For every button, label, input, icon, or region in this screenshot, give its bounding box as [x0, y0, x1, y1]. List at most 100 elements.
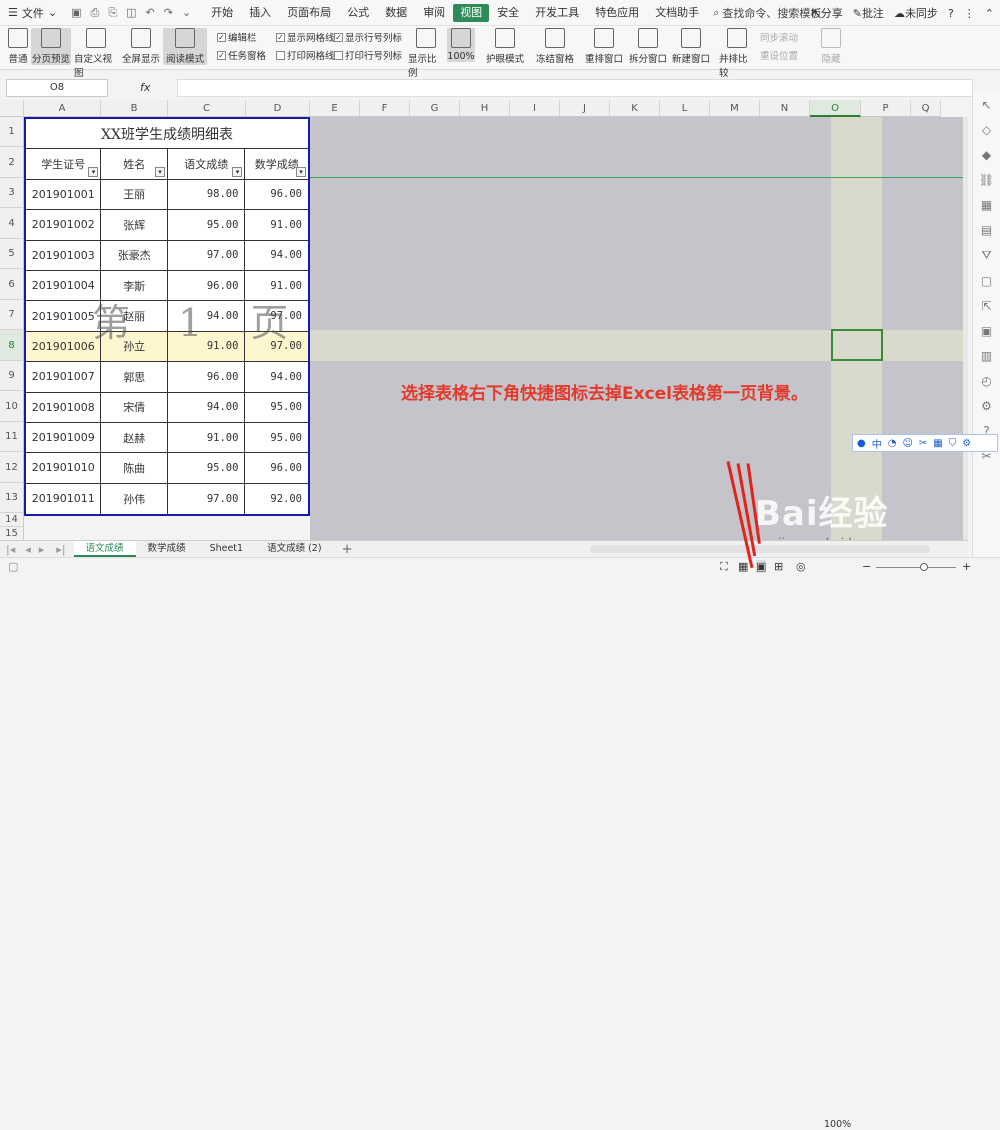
rearrange-window-button[interactable]: 重排窗口: [582, 28, 626, 65]
image-icon[interactable]: ▣: [981, 324, 992, 338]
table-cell[interactable]: 201901007: [26, 362, 102, 392]
zoom-level[interactable]: 100%: [824, 1119, 851, 1130]
sheet-tab-3[interactable]: 语文成绩 (2): [255, 541, 333, 557]
fill-icon[interactable]: ◆: [982, 148, 991, 162]
row-header-13[interactable]: 13: [0, 483, 24, 513]
hide-button[interactable]: 隐藏: [820, 28, 842, 65]
tab-5[interactable]: 审阅: [415, 0, 453, 26]
table-cell[interactable]: 张辉: [101, 210, 168, 240]
table-cell[interactable]: 赵赫: [101, 422, 168, 453]
print-icon[interactable]: ⎘: [108, 6, 117, 20]
eye-icon[interactable]: ◎: [796, 560, 806, 573]
keyboard-icon[interactable]: ▦: [933, 438, 942, 449]
column-header-F[interactable]: F: [360, 100, 410, 117]
task-pane-checkbox[interactable]: ✓ 任务窗格: [217, 48, 266, 62]
sheet-tab-1[interactable]: 数学成绩: [136, 541, 198, 557]
row-header-12[interactable]: 12: [0, 452, 24, 483]
page-break-view-icon[interactable]: ▣: [756, 560, 767, 573]
preview-icon[interactable]: ◫: [126, 6, 136, 20]
export-icon[interactable]: ⇱: [981, 299, 991, 313]
table-cell[interactable]: 张豪杰: [101, 240, 168, 270]
table-cell[interactable]: 王丽: [101, 179, 168, 210]
table-cell[interactable]: 陈曲: [101, 453, 168, 483]
next-sheet-icon[interactable]: ▸: [35, 543, 49, 556]
column-header-I[interactable]: I: [510, 100, 560, 117]
table-cell[interactable]: 98.00: [168, 179, 246, 210]
custom-view-button[interactable]: 自定义视图: [74, 28, 118, 79]
reading-view-icon[interactable]: ⊞: [774, 560, 783, 573]
zoom-in-icon[interactable]: +: [962, 560, 971, 573]
settings-icon[interactable]: ⚙: [981, 399, 992, 413]
row-header-11[interactable]: 11: [0, 422, 24, 452]
prev-sheet-icon[interactable]: ◂: [21, 543, 35, 556]
table-icon[interactable]: ▤: [981, 223, 992, 237]
table-cell[interactable]: 97.00: [168, 483, 246, 515]
emoji-icon[interactable]: ☺: [902, 438, 912, 449]
column-header-D[interactable]: D: [246, 100, 310, 117]
zoom-slider-knob[interactable]: [920, 563, 928, 571]
more-icon[interactable]: ⌄: [182, 6, 191, 20]
table-cell[interactable]: 郭思: [101, 362, 168, 392]
tab-10[interactable]: 文档助手: [647, 0, 707, 26]
shirt-icon[interactable]: ⛉: [949, 438, 957, 449]
tab-3[interactable]: 公式: [339, 0, 377, 26]
tab-9[interactable]: 特色应用: [587, 0, 647, 26]
table-cell[interactable]: 96.00: [245, 453, 308, 482]
tab-7[interactable]: 安全: [489, 0, 527, 26]
table-cell[interactable]: 201901002: [26, 210, 102, 240]
normal-view-button[interactable]: 普通: [6, 28, 30, 65]
link-icon[interactable]: ⛓: [979, 173, 994, 187]
normal-view-icon[interactable]: ▦: [738, 560, 748, 573]
apps-icon[interactable]: ▦: [981, 198, 992, 212]
table-cell[interactable]: 孙伟: [101, 483, 168, 515]
column-header-Q[interactable]: Q: [911, 100, 941, 117]
row-header-7[interactable]: 7: [0, 300, 24, 330]
row-header-3[interactable]: 3: [0, 178, 24, 208]
table-cell[interactable]: 201901003: [26, 240, 102, 270]
filter-dropdown-icon[interactable]: ▾: [232, 166, 243, 177]
share-button[interactable]: ⇱分享: [812, 5, 843, 21]
column-header-N[interactable]: N: [760, 100, 810, 117]
edit-bar-checkbox[interactable]: ✓ 编辑栏: [217, 30, 257, 44]
table-cell[interactable]: 201901006: [26, 331, 102, 362]
freeze-pane-button[interactable]: 冻结窗格: [533, 28, 577, 65]
fx-icon[interactable]: fx: [140, 81, 150, 94]
history-icon[interactable]: ◴: [981, 374, 991, 388]
table-cell[interactable]: 96.00: [168, 362, 246, 392]
column-header-C[interactable]: C: [168, 100, 246, 117]
save-icon[interactable]: ▣: [71, 6, 81, 20]
side-by-side-button[interactable]: 并排比较: [719, 28, 755, 79]
sheet-tab-0[interactable]: 语文成绩: [73, 541, 136, 557]
scissors-icon[interactable]: ✂: [919, 438, 927, 449]
table-cell[interactable]: 宋倩: [101, 392, 168, 422]
split-window-button[interactable]: 拆分窗口: [628, 28, 668, 65]
collapse-icon[interactable]: ⌃: [985, 7, 994, 20]
page-break-button[interactable]: 分页预览: [31, 28, 71, 65]
table-title[interactable]: XX班学生成绩明细表: [26, 119, 308, 148]
redo-icon[interactable]: ↷: [164, 6, 173, 20]
export-icon[interactable]: ⎙: [91, 6, 100, 20]
column-header-P[interactable]: P: [861, 100, 911, 117]
tab-6[interactable]: 视图: [453, 3, 490, 22]
table-cell[interactable]: 96.00: [245, 180, 308, 209]
row-header-1[interactable]: 1: [0, 117, 24, 147]
table-cell[interactable]: 97.00: [168, 240, 246, 270]
zoom-slider[interactable]: [876, 567, 956, 568]
row-header-14[interactable]: 14: [0, 513, 24, 527]
table-cell[interactable]: 201901010: [26, 453, 102, 483]
show-rowcol-checkbox[interactable]: ✓ 显示行号列标: [334, 30, 402, 44]
row-header-8[interactable]: 8: [0, 330, 24, 361]
column-header-L[interactable]: L: [660, 100, 710, 117]
column-header-M[interactable]: M: [710, 100, 760, 117]
column-header-G[interactable]: G: [410, 100, 460, 117]
table-cell[interactable]: 94.00: [245, 362, 308, 391]
table-header-cell[interactable]: 数学成绩 ▾: [245, 149, 308, 178]
sync-button[interactable]: ☁未同步: [894, 5, 938, 21]
horizontal-scrollbar[interactable]: [590, 545, 930, 553]
reading-mode-button[interactable]: 阅读模式: [163, 28, 207, 65]
zoom-out-icon[interactable]: −: [862, 560, 871, 573]
column-header-A[interactable]: A: [24, 100, 101, 117]
comment-button[interactable]: ✎批注: [853, 5, 884, 21]
column-header-B[interactable]: B: [101, 100, 168, 117]
tab-1[interactable]: 插入: [241, 0, 279, 26]
